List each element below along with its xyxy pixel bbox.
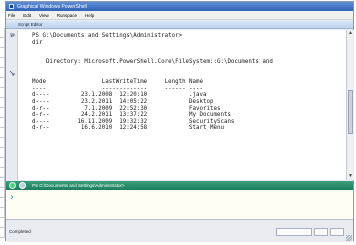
window-title: Graphical Windows PowerShell xyxy=(17,3,87,10)
run-icon[interactable] xyxy=(9,182,16,189)
stop-icon[interactable] xyxy=(19,182,26,189)
scroll-thumb[interactable] xyxy=(348,90,353,134)
side-toolstrip xyxy=(6,30,18,180)
console-scrollbar[interactable]: ▲ ▼ xyxy=(346,30,354,180)
script-editor-label: Script Editor xyxy=(18,22,43,27)
console-line: d---- 16.11.2009 19:32:32 SecurityScans xyxy=(32,118,235,125)
scroll-up-icon[interactable]: ▲ xyxy=(347,30,354,37)
script-editor-header[interactable]: Script Editor xyxy=(6,21,353,29)
prompt-bar: PS G:\Documents and Settings\Administrat… xyxy=(6,181,353,190)
menu-runspace[interactable]: Runspace xyxy=(57,13,77,18)
menu-edit[interactable]: Edit xyxy=(23,13,31,18)
command-input[interactable]: › xyxy=(6,190,353,220)
console-line: Mode LastWriteTime Length Name xyxy=(32,79,204,86)
wrap-icon[interactable] xyxy=(9,33,15,39)
menu-file[interactable]: File xyxy=(8,13,15,18)
title-bar[interactable]: Graphical Windows PowerShell xyxy=(6,2,353,11)
console-line: d---- 23.2.2011 14:05:22 Desktop xyxy=(32,98,214,105)
status-bar: Completed xyxy=(6,220,353,242)
console-line: d-r-- 16.6.2010 12:24:58 Start Menu xyxy=(32,125,224,132)
status-text: Completed xyxy=(9,229,31,234)
console-line: d-r-- 7.1.2009 22:52:30 Favorites xyxy=(32,105,221,112)
prompt-path: PS G:\Documents and Settings\Administrat… xyxy=(32,183,125,188)
console-line: Directory: Microsoft.PowerShell.Core\Fil… xyxy=(32,59,273,66)
console-line: ---- ------------- ------ ---- xyxy=(32,85,204,92)
scroll-down-icon[interactable]: ▼ xyxy=(347,173,354,180)
resize-grip-icon[interactable] xyxy=(346,235,352,241)
console-line: dir xyxy=(32,39,43,46)
menu-help[interactable]: Help xyxy=(85,13,94,18)
status-panel-1 xyxy=(276,228,312,236)
app-icon xyxy=(9,4,14,9)
console-text: PS G:\Documents and Settings\Administrat… xyxy=(18,30,346,132)
powershell-window: Graphical Windows PowerShell File Edit V… xyxy=(5,1,354,242)
console-output[interactable]: PS G:\Documents and Settings\Administrat… xyxy=(18,30,346,180)
console-line: d---- 23.1.2008 12:20:10 .java xyxy=(32,92,207,99)
menu-bar: File Edit View Runspace Help xyxy=(6,11,353,20)
console-line: d-r-- 24.2.2011 13:37:22 My Documents xyxy=(32,112,231,119)
pointer-icon[interactable] xyxy=(9,70,15,76)
status-panel-3 xyxy=(330,228,344,236)
caret-prompt-icon: › xyxy=(10,192,14,203)
console-line: PS G:\Documents and Settings\Administrat… xyxy=(32,33,183,39)
status-panel-2 xyxy=(314,228,328,236)
menu-view[interactable]: View xyxy=(39,13,49,18)
